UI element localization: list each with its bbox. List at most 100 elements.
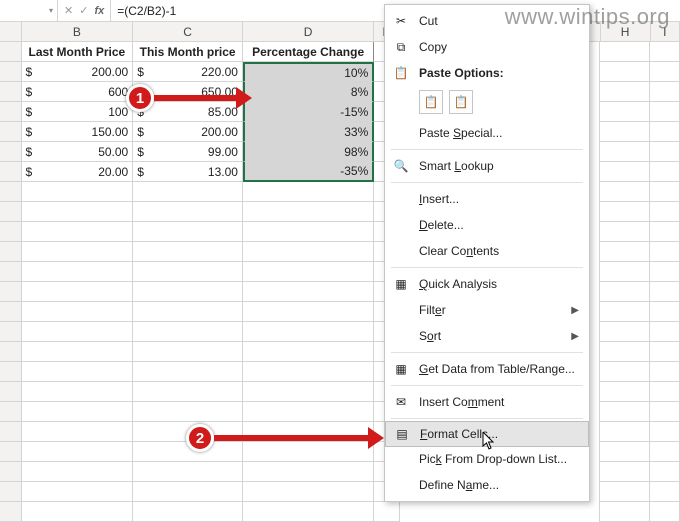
cell-last-month[interactable]: $100 xyxy=(22,102,134,122)
cell[interactable] xyxy=(650,102,680,122)
cell[interactable] xyxy=(599,82,650,102)
cell[interactable] xyxy=(650,382,680,402)
fx-icon[interactable]: fx xyxy=(94,5,104,17)
cell[interactable] xyxy=(599,322,650,342)
cell[interactable] xyxy=(133,342,243,362)
cell[interactable] xyxy=(599,462,650,482)
cell[interactable] xyxy=(650,222,680,242)
cell[interactable] xyxy=(374,502,400,522)
cell[interactable] xyxy=(599,162,650,182)
cell[interactable] xyxy=(599,422,650,442)
cell[interactable] xyxy=(22,222,134,242)
row-header[interactable] xyxy=(0,42,22,62)
row-header[interactable] xyxy=(0,222,22,242)
cell-last-month[interactable]: $150.00 xyxy=(22,122,134,142)
menu-sort[interactable]: Sort ▶ xyxy=(385,323,589,349)
menu-paste-special[interactable]: Paste Special... xyxy=(385,120,589,146)
cell-pct-change[interactable]: 33% xyxy=(243,122,374,142)
cell[interactable] xyxy=(650,42,680,62)
name-box[interactable] xyxy=(0,0,58,21)
cell[interactable] xyxy=(22,502,134,522)
cell[interactable] xyxy=(599,262,650,282)
cell-header-B[interactable]: Last Month Price xyxy=(22,42,134,62)
row-header[interactable] xyxy=(0,502,22,522)
fx-cancel-icon[interactable]: ✕ xyxy=(64,4,73,17)
cell-pct-change[interactable]: 8% xyxy=(243,82,374,102)
cell[interactable] xyxy=(243,382,374,402)
cell[interactable] xyxy=(22,402,134,422)
menu-insert-comment[interactable]: ✉ Insert Comment xyxy=(385,389,589,415)
cell-last-month[interactable]: $600 xyxy=(22,82,134,102)
cell-this-month[interactable]: $220.00 xyxy=(133,62,243,82)
cell[interactable] xyxy=(133,302,243,322)
cell[interactable] xyxy=(243,302,374,322)
row-header[interactable] xyxy=(0,302,22,322)
row-header[interactable] xyxy=(0,482,22,502)
cell[interactable] xyxy=(243,362,374,382)
cell[interactable] xyxy=(599,242,650,262)
menu-define-name[interactable]: Define Name... xyxy=(385,472,589,498)
menu-delete[interactable]: Delete... xyxy=(385,212,589,238)
cell[interactable] xyxy=(133,202,243,222)
col-header-B[interactable]: B xyxy=(22,22,134,41)
menu-filter[interactable]: Filter ▶ xyxy=(385,297,589,323)
cell[interactable] xyxy=(22,362,134,382)
cell[interactable] xyxy=(22,382,134,402)
row-header[interactable] xyxy=(0,382,22,402)
cell[interactable] xyxy=(599,362,650,382)
cell[interactable] xyxy=(243,262,374,282)
cell[interactable] xyxy=(243,242,374,262)
cell[interactable] xyxy=(650,62,680,82)
select-all-corner[interactable] xyxy=(0,22,22,41)
cell[interactable] xyxy=(650,442,680,462)
row-header[interactable] xyxy=(0,342,22,362)
cell-pct-change[interactable]: 10% xyxy=(243,62,374,82)
cell[interactable] xyxy=(22,442,134,462)
cell[interactable] xyxy=(133,262,243,282)
cell[interactable] xyxy=(650,82,680,102)
cell[interactable] xyxy=(650,242,680,262)
cell[interactable] xyxy=(599,402,650,422)
fx-enter-icon[interactable]: ✓ xyxy=(79,4,88,17)
cell[interactable] xyxy=(133,462,243,482)
cell[interactable] xyxy=(650,482,680,502)
cell-pct-change[interactable]: -15% xyxy=(243,102,374,122)
menu-quick-analysis[interactable]: ▦ Quick Analysis xyxy=(385,271,589,297)
cell-this-month[interactable]: $13.00 xyxy=(133,162,243,182)
cell[interactable] xyxy=(22,482,134,502)
cell[interactable] xyxy=(599,222,650,242)
menu-insert[interactable]: Insert... xyxy=(385,186,589,212)
cell[interactable] xyxy=(650,342,680,362)
cell[interactable] xyxy=(22,302,134,322)
row-header[interactable] xyxy=(0,182,22,202)
cell[interactable] xyxy=(243,462,374,482)
cell[interactable] xyxy=(599,302,650,322)
cell[interactable] xyxy=(650,302,680,322)
cell[interactable] xyxy=(599,502,650,522)
cell[interactable] xyxy=(133,242,243,262)
cell[interactable] xyxy=(22,342,134,362)
row-header[interactable] xyxy=(0,82,22,102)
cell-header-D[interactable]: Percentage Change xyxy=(243,42,374,62)
cell[interactable] xyxy=(22,322,134,342)
cell-header-C[interactable]: This Month price xyxy=(133,42,243,62)
row-header[interactable] xyxy=(0,202,22,222)
cell[interactable] xyxy=(133,382,243,402)
cell[interactable] xyxy=(243,502,374,522)
cell-this-month[interactable]: $200.00 xyxy=(133,122,243,142)
cell[interactable] xyxy=(599,442,650,462)
cell[interactable] xyxy=(22,462,134,482)
cell[interactable] xyxy=(599,62,650,82)
cell[interactable] xyxy=(133,222,243,242)
cell[interactable] xyxy=(650,282,680,302)
cell[interactable] xyxy=(599,202,650,222)
cell[interactable] xyxy=(133,502,243,522)
cell[interactable] xyxy=(650,422,680,442)
cell[interactable] xyxy=(133,282,243,302)
cell-last-month[interactable]: $200.00 xyxy=(22,62,134,82)
menu-get-data[interactable]: ▦ Get Data from Table/Range... xyxy=(385,356,589,382)
menu-clear-contents[interactable]: Clear Contents xyxy=(385,238,589,264)
cell[interactable] xyxy=(22,202,134,222)
cell[interactable] xyxy=(650,182,680,202)
row-header[interactable] xyxy=(0,362,22,382)
